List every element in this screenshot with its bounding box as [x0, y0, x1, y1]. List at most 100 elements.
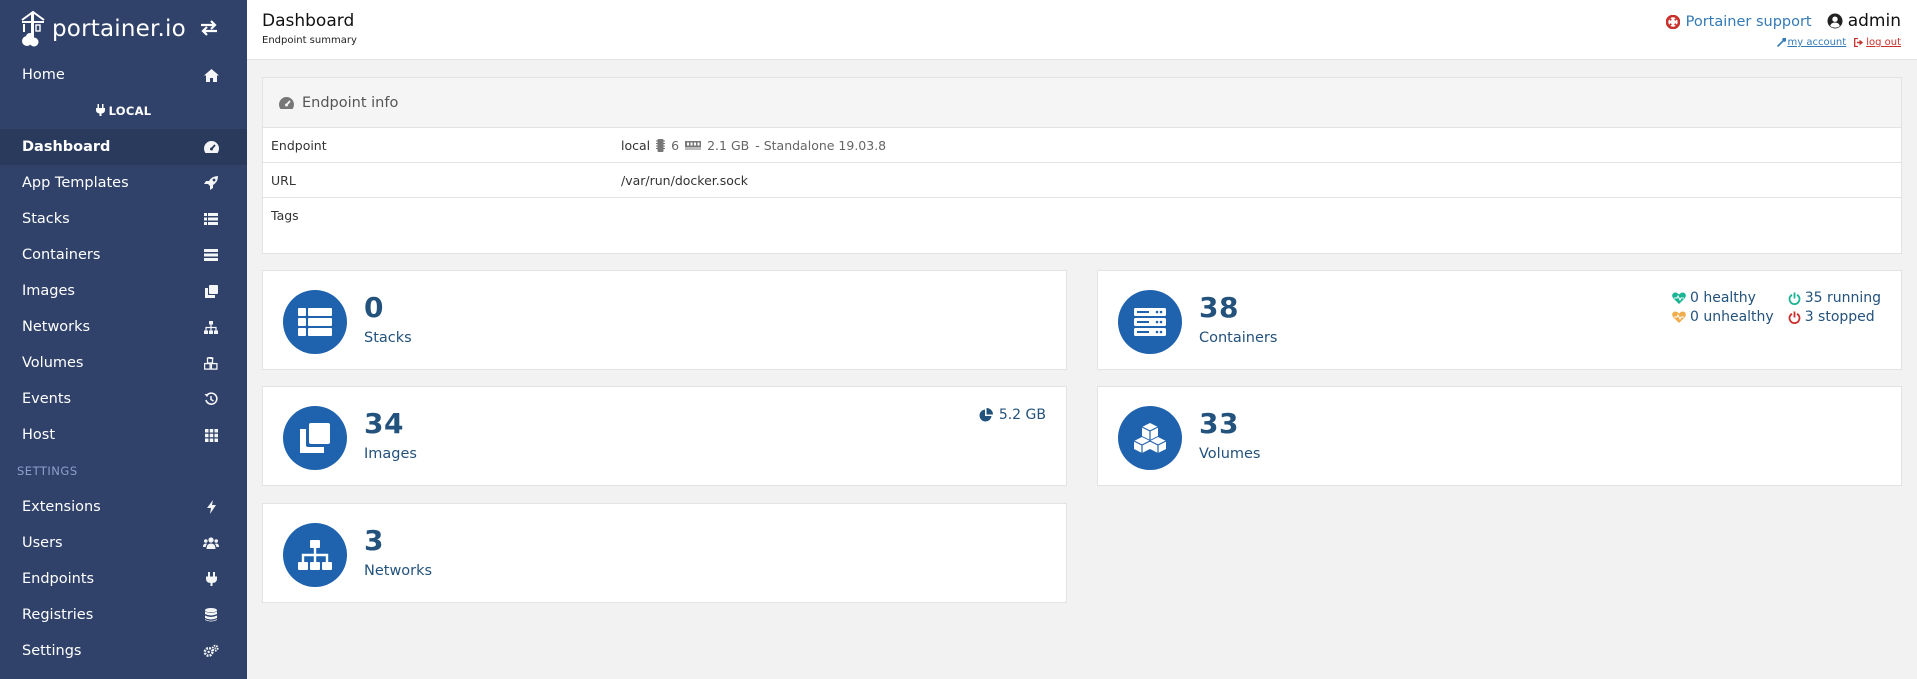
running-status: 35 running [1788, 290, 1881, 306]
microchip-icon [656, 138, 666, 152]
my-account-label: my account [1787, 37, 1847, 48]
sidebar-item-host[interactable]: Host [0, 417, 247, 453]
tachometer-icon [203, 139, 219, 155]
sidebar-item-containers[interactable]: Containers [0, 237, 247, 273]
running-label: 35 running [1804, 290, 1881, 306]
sidebar-item-label: Endpoints [22, 571, 95, 587]
endpoint-label: LOCAL [0, 93, 247, 129]
images-circle [283, 406, 347, 470]
user-label: admin [1847, 11, 1901, 31]
images-count: 34 [364, 407, 404, 440]
portainer-logo[interactable]: portainer.io [20, 10, 186, 48]
support-label: Portainer support [1685, 14, 1812, 30]
page-header: Dashboard Endpoint summary Portainer sup… [247, 0, 1917, 60]
tags-key: Tags [271, 208, 299, 223]
unhealthy-status: 0 unhealthy [1672, 309, 1774, 325]
networks-label: Networks [364, 563, 433, 579]
wrench-icon [1776, 38, 1786, 47]
container-status: 0 healthy 35 running 0 unhealthy 3 stopp… [1672, 290, 1881, 325]
rocket-icon [203, 175, 219, 191]
stacks-count: 0 [364, 291, 384, 324]
sidebar-item-dashboard[interactable]: Dashboard [0, 129, 247, 165]
sidebar-item-label: Host [22, 427, 56, 443]
url-row: URL /var/run/docker.sock [263, 163, 1901, 198]
containers-circle [1118, 290, 1182, 354]
sitemap-icon [203, 319, 219, 335]
pie-chart-icon [979, 408, 993, 422]
stopped-status: 3 stopped [1788, 309, 1881, 325]
sidebar-item-volumes[interactable]: Volumes [0, 345, 247, 381]
brand-name: portainer.io [52, 15, 186, 42]
user-name: admin [1827, 11, 1901, 31]
stacks-label: Stacks [364, 330, 412, 346]
users-icon [203, 535, 219, 551]
home-icon [203, 67, 219, 83]
clone-icon [300, 423, 330, 453]
sidebar-item-label: Stacks [22, 211, 70, 227]
plug-icon [203, 571, 219, 587]
sidebar-item-networks[interactable]: Networks [0, 309, 247, 345]
memory-icon [685, 141, 702, 150]
support-icon [1665, 15, 1680, 29]
containers-count: 38 [1199, 291, 1239, 324]
database-icon [203, 607, 219, 623]
stopped-label: 3 stopped [1804, 309, 1875, 325]
sidebar-item-label: Registries [22, 607, 94, 623]
sidebar-item-extensions[interactable]: Extensions [0, 489, 247, 525]
unhealthy-label: 0 unhealthy [1689, 309, 1774, 325]
endpoint-mode: - Standalone 19.03.8 [755, 137, 887, 153]
endpoint-name: LOCAL [108, 104, 152, 118]
heartbeat-icon [1672, 292, 1686, 304]
panel-header: Endpoint info [263, 78, 1901, 128]
sidebar-item-stacks[interactable]: Stacks [0, 201, 247, 237]
sidebar-item-label: Users [22, 535, 63, 551]
sitemap-icon [298, 540, 332, 570]
volumes-circle [1118, 406, 1182, 470]
server-icon [203, 247, 219, 263]
sidebar: portainer.io Home LOCAL Dashboard App Te… [0, 0, 247, 679]
sidebar-item-home[interactable]: Home [0, 57, 247, 93]
sidebar-item-users[interactable]: Users [0, 525, 247, 561]
healthy-status: 0 healthy [1672, 290, 1774, 306]
log-out-link[interactable]: log out [1854, 37, 1901, 48]
sidebar-item-label: Volumes [22, 355, 84, 371]
sidebar-item-settings[interactable]: Settings [0, 633, 247, 669]
sidebar-item-label: Events [22, 391, 72, 407]
sidebar-nav: Home LOCAL Dashboard App Templates Stack… [0, 57, 247, 669]
heartbeat-icon [1672, 311, 1686, 323]
endpoint-info-panel: Endpoint info Endpoint local 6 2.1 GB - … [262, 77, 1902, 254]
endpoint-name: local [621, 137, 651, 153]
volumes-count: 33 [1199, 407, 1239, 440]
containers-widget[interactable]: 38 Containers 0 healthy 35 running 0 unh… [1097, 270, 1902, 370]
log-out-label: log out [1866, 37, 1901, 48]
url-value: /var/run/docker.sock [621, 172, 748, 188]
tags-row: Tags [263, 198, 1901, 253]
endpoint-memory: 2.1 GB [707, 137, 750, 153]
sidebar-item-registries[interactable]: Registries [0, 597, 247, 633]
stacks-circle [283, 290, 347, 354]
sidebar-item-events[interactable]: Events [0, 381, 247, 417]
portainer-support-link[interactable]: Portainer support [1665, 14, 1812, 30]
sidebar-item-endpoints[interactable]: Endpoints [0, 561, 247, 597]
my-account-link[interactable]: my account [1776, 37, 1847, 48]
header-user-area: Portainer support admin my account log o… [1665, 11, 1901, 48]
sidebar-item-images[interactable]: Images [0, 273, 247, 309]
sidebar-item-label: Settings [22, 643, 82, 659]
url-key: URL [271, 172, 296, 188]
sidebar-toggle-icon[interactable] [199, 20, 219, 36]
server-icon [1134, 308, 1166, 336]
stacks-widget[interactable]: 0 Stacks [262, 270, 1067, 370]
th-list-icon [203, 211, 219, 227]
endpoint-cpu: 6 [671, 137, 680, 153]
volumes-widget[interactable]: 33 Volumes [1097, 386, 1902, 486]
account-links: my account log out [1666, 37, 1901, 48]
images-widget[interactable]: 34 Images 5.2 GB [262, 386, 1067, 486]
networks-widget[interactable]: 3 Networks [262, 503, 1067, 603]
sidebar-item-app-templates[interactable]: App Templates [0, 165, 247, 201]
sidebar-item-label: Extensions [22, 499, 101, 515]
settings-section-title: SETTINGS [17, 464, 78, 478]
cubes-icon [1134, 423, 1166, 453]
healthy-label: 0 healthy [1689, 290, 1756, 306]
images-size: 5.2 GB [979, 407, 1046, 423]
cubes-icon [203, 355, 219, 371]
